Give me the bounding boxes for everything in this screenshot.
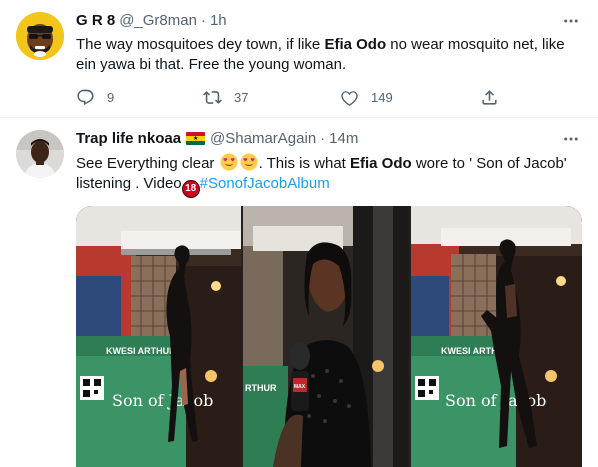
tweet-text: The way mosquitoes dey town, if like Efi… [76, 35, 586, 75]
photo-2[interactable]: RTHUR MAX [243, 206, 409, 467]
reply-button[interactable]: 9 [76, 86, 114, 108]
timestamp[interactable]: 14m [329, 130, 358, 147]
svg-text:RTHUR: RTHUR [245, 383, 277, 393]
tweet-text-part: . This is what [258, 155, 350, 172]
heart-eyes-emoji-icon [220, 153, 238, 171]
avatar[interactable] [16, 130, 64, 178]
more-icon[interactable] [560, 10, 582, 32]
like-count: 149 [371, 89, 393, 105]
tweet-header: G R 8 @_Gr8man · 1h [76, 12, 227, 29]
handle[interactable]: @_Gr8man [119, 12, 197, 29]
hashtag-link[interactable]: #SonofJacobAlbum [200, 175, 330, 192]
photo-1[interactable]: KWESI ARTHUR Son of Jacob [76, 206, 241, 467]
18-plus-badge-icon: 18 [181, 180, 200, 198]
brand-sign: KWESI ARTHUR [106, 346, 176, 356]
handle[interactable]: @ShamarAgain [210, 130, 316, 147]
tweet-text-bold: Efia Odo [324, 36, 387, 53]
share-icon [482, 89, 497, 105]
svg-text:Son of Jacob: Son of Jacob [445, 391, 546, 410]
retweet-button[interactable]: 37 [203, 86, 248, 108]
avatar[interactable] [16, 12, 64, 60]
photo-3[interactable]: KWESI ARTHUR Son of Jacob [411, 206, 582, 467]
separator: · [320, 130, 326, 147]
display-name[interactable]: Trap life nkoaa [76, 130, 181, 147]
tweet-text: See Everything clear . This is what Efia… [76, 153, 586, 198]
tweet-actions: 9 37 149 [76, 86, 516, 108]
retweet-count: 37 [234, 89, 249, 105]
timestamp[interactable]: 1h [210, 12, 227, 29]
like-icon [341, 90, 358, 106]
tweet-trap-life[interactable]: Trap life nkoaa ★ @ShamarAgain · 14m See… [0, 118, 598, 467]
album-sign: Son of Jacob [112, 391, 213, 410]
mic-sign: MAX [294, 384, 306, 390]
tweet-header: Trap life nkoaa ★ @ShamarAgain · 14m [76, 130, 358, 147]
like-button[interactable]: 149 [340, 86, 393, 108]
retweet-icon [203, 90, 222, 104]
separator: · [200, 12, 206, 29]
display-name[interactable]: G R 8 [76, 12, 115, 29]
media-grid[interactable]: KWESI ARTHUR Son of Jacob RTHUR MAX KWES… [76, 206, 582, 467]
share-button[interactable] [480, 86, 499, 108]
ghana-flag-icon: ★ [186, 132, 206, 145]
tweet-text-part: The way mosquitoes dey town, if like [76, 36, 325, 53]
tweet-text-bold: Efia Odo [350, 155, 412, 172]
tweet-text-part: See Everything clear [76, 155, 219, 172]
more-icon[interactable] [560, 128, 582, 150]
reply-icon [77, 89, 94, 105]
reply-count: 9 [107, 89, 115, 105]
tweet-gr8[interactable]: G R 8 @_Gr8man · 1h The way mosquitoes d… [0, 0, 598, 118]
heart-eyes-emoji-icon [240, 153, 258, 171]
